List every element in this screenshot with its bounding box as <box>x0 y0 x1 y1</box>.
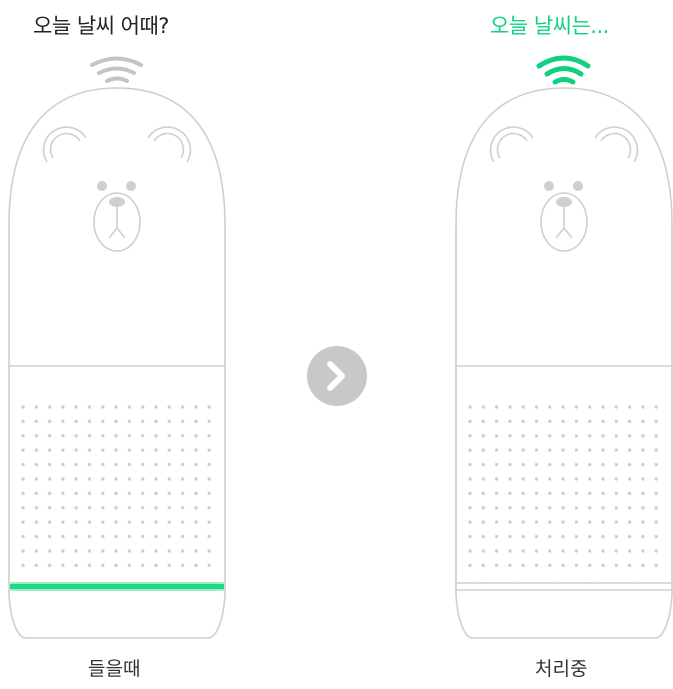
left-caption: 들을때 <box>88 658 141 680</box>
left-speaker <box>8 56 226 639</box>
left-signal-icon <box>90 56 143 83</box>
right-caption: 처리중 <box>535 658 588 680</box>
left-grille <box>18 400 218 578</box>
next-arrow-button[interactable] <box>307 346 367 406</box>
bear-face-icon <box>93 181 141 252</box>
illustration <box>8 55 673 639</box>
right-signal-icon <box>536 55 591 85</box>
right-ear-icon <box>147 126 192 163</box>
right-speaker <box>455 55 673 639</box>
left-ear-icon <box>42 126 87 163</box>
